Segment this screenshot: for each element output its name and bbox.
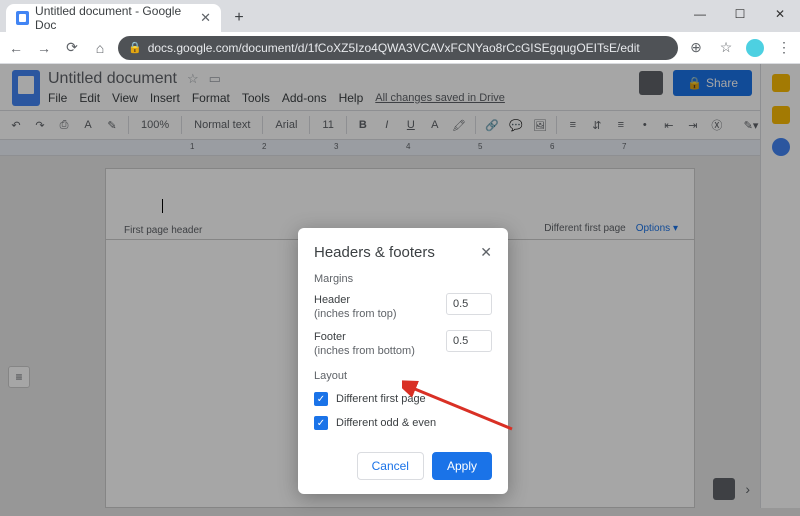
nav-forward-icon[interactable]: → [34, 38, 54, 58]
different-odd-even-label: Different odd & even [336, 417, 436, 429]
url-field[interactable]: 🔒 docs.google.com/document/d/1fCoXZ5Izo4… [118, 36, 678, 60]
dialog-close-icon[interactable]: ✕ [480, 244, 492, 261]
nav-home-icon[interactable]: ⌂ [90, 38, 110, 58]
different-first-page-label: Different first page [336, 393, 426, 405]
layout-section-label: Layout [314, 370, 492, 382]
tab-title: Untitled document - Google Doc [35, 4, 194, 32]
browser-titlebar: Untitled document - Google Doc ✕ + — ☐ ✕ [0, 0, 800, 32]
footer-margin-label: Footer(inches from bottom) [314, 330, 415, 359]
bookmark-star-icon[interactable]: ☆ [716, 38, 736, 58]
lock-icon: 🔒 [128, 41, 142, 54]
window-close-button[interactable]: ✕ [760, 0, 800, 28]
nav-back-icon[interactable]: ← [6, 38, 26, 58]
header-margin-input[interactable] [446, 293, 492, 315]
tab-close-icon[interactable]: ✕ [200, 10, 211, 26]
cancel-button[interactable]: Cancel [357, 452, 424, 480]
extension-icon[interactable] [746, 39, 764, 57]
new-tab-button[interactable]: + [227, 6, 251, 30]
window-maximize-button[interactable]: ☐ [720, 0, 760, 28]
header-margin-label: Header(inches from top) [314, 293, 397, 322]
chrome-menu-icon[interactable]: ⋮ [774, 38, 794, 58]
headers-footers-dialog: Headers & footers ✕ Margins Header(inche… [298, 228, 508, 494]
dialog-title: Headers & footers [314, 244, 435, 261]
margins-section-label: Margins [314, 273, 492, 285]
zoom-icon[interactable]: ⊕ [686, 38, 706, 58]
nav-reload-icon[interactable]: ⟳ [62, 38, 82, 58]
window-minimize-button[interactable]: — [680, 0, 720, 28]
footer-margin-input[interactable] [446, 330, 492, 352]
different-first-page-checkbox[interactable]: ✓ [314, 392, 328, 406]
browser-tab[interactable]: Untitled document - Google Doc ✕ [6, 4, 221, 32]
apply-button[interactable]: Apply [432, 452, 492, 480]
docs-favicon [16, 11, 29, 25]
different-odd-even-checkbox[interactable]: ✓ [314, 416, 328, 430]
url-text: docs.google.com/document/d/1fCoXZ5Izo4QW… [148, 41, 640, 55]
browser-address-bar: ← → ⟳ ⌂ 🔒 docs.google.com/document/d/1fC… [0, 32, 800, 64]
